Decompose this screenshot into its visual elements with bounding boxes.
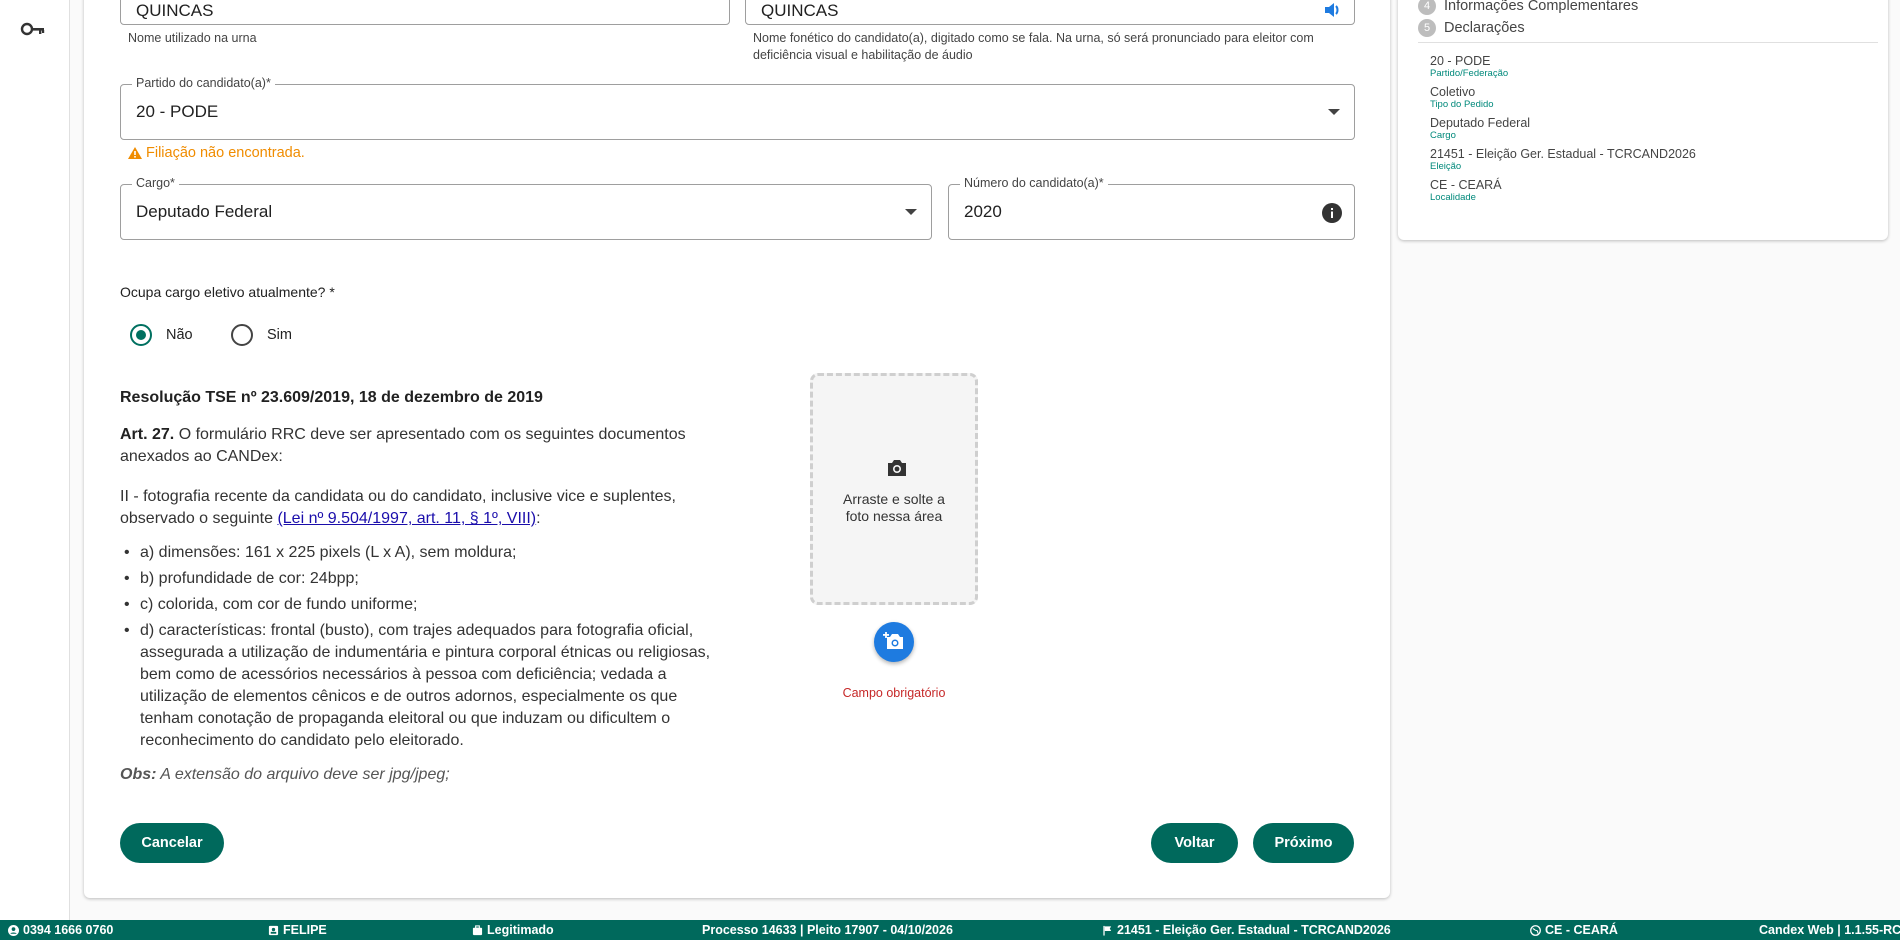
- item-ii-paragraph: II - fotografia recente da candidata ou …: [120, 486, 720, 530]
- art-27-label: Art. 27.: [120, 426, 175, 443]
- summary-key: Eleição: [1430, 161, 1462, 172]
- status-legitimado-text: Legitimado: [487, 923, 554, 937]
- summary-value: 21451 - Eleição Ger. Estadual - TCRCAND2…: [1430, 147, 1696, 161]
- status-legitimado: Legitimado: [472, 923, 554, 937]
- status-uf: CE - CEARÁ: [1530, 923, 1618, 937]
- summary-divider: [1418, 42, 1878, 43]
- photo-requirements-list: a) dimensões: 161 x 225 pixels (L x A), …: [120, 542, 720, 756]
- status-version-text: Candex Web | 1.1.55-RC: [1759, 923, 1900, 937]
- summary-eleicao: 21451 - Eleição Ger. Estadual - TCRCAND2…: [1430, 147, 1696, 172]
- nome-fonetico-field[interactable]: QUINCAS: [745, 0, 1355, 25]
- status-uf-text: CE - CEARÁ: [1545, 923, 1618, 937]
- status-id: 0394 1666 0760: [8, 923, 113, 937]
- partido-warning: Filiação não encontrada.: [128, 145, 305, 161]
- partido-value: 20 - PODE: [136, 102, 219, 121]
- status-bar: 0394 1666 0760 FELIPE Legitimado Process…: [0, 920, 1900, 940]
- numero-value: 2020: [964, 202, 1002, 221]
- list-item: a) dimensões: 161 x 225 pixels (L x A), …: [120, 542, 720, 564]
- status-eleicao: 21451 - Eleição Ger. Estadual - TCRCAND2…: [1102, 923, 1391, 937]
- summary-card: 4 Informações Complementares 5 Declaraçõ…: [1398, 0, 1888, 240]
- radio-sim-label: Sim: [267, 327, 292, 343]
- status-processo: Processo 14633 | Pleito 17907 - 04/10/20…: [702, 923, 953, 937]
- add-photo-icon: [883, 632, 903, 649]
- speaker-icon[interactable]: [1322, 0, 1342, 20]
- radio-sim-option[interactable]: Sim: [231, 324, 292, 346]
- step-declaracoes[interactable]: 5 Declarações: [1418, 19, 1525, 37]
- radio-nao-option[interactable]: Não: [130, 324, 193, 346]
- info-icon[interactable]: [1322, 203, 1342, 223]
- back-button[interactable]: Voltar: [1151, 823, 1238, 863]
- radio-nao-label: Não: [166, 327, 193, 343]
- cancel-button[interactable]: Cancelar: [120, 823, 224, 863]
- cargo-value: Deputado Federal: [136, 202, 273, 221]
- step-label: Declarações: [1444, 20, 1525, 36]
- numero-label: Número do candidato(a)*: [960, 176, 1108, 190]
- chevron-down-icon: [1328, 109, 1340, 115]
- add-photo-button[interactable]: [874, 622, 914, 662]
- account-circle-icon: [8, 924, 19, 936]
- summary-value: Coletivo: [1430, 85, 1476, 99]
- obs-label: Obs:: [120, 766, 157, 783]
- summary-key: Cargo: [1430, 130, 1456, 141]
- step-label: Informações Complementares: [1444, 0, 1639, 14]
- camera-icon: [888, 460, 906, 476]
- status-user-text: FELIPE: [283, 923, 327, 937]
- nome-urna-value: QUINCAS: [136, 1, 214, 20]
- summary-key: Localidade: [1430, 192, 1476, 203]
- nome-urna-hint: Nome utilizado na urna: [128, 31, 257, 45]
- numero-field[interactable]: Número do candidato(a)* 2020: [948, 176, 1355, 240]
- summary-tipo-pedido: Coletivo Tipo do Pedido: [1430, 85, 1494, 110]
- summary-key: Tipo do Pedido: [1430, 99, 1494, 110]
- key-icon[interactable]: [20, 18, 46, 40]
- next-button[interactable]: Próximo: [1253, 823, 1354, 863]
- cargo-label: Cargo*: [132, 176, 179, 190]
- status-processo-text: Processo 14633 | Pleito 17907 - 04/10/20…: [702, 923, 953, 937]
- status-version: Candex Web | 1.1.55-RC: [1759, 923, 1900, 937]
- photo-dropzone[interactable]: Arraste e solte a foto nessa área: [810, 373, 978, 605]
- status-id-text: 0394 1666 0760: [23, 923, 114, 937]
- art-27-text: O formulário RRC deve ser apresentado co…: [120, 426, 686, 465]
- list-item: c) colorida, com cor de fundo uniforme;: [120, 594, 720, 616]
- partido-select[interactable]: Partido do candidato(a)* 20 - PODE: [120, 76, 1355, 140]
- chevron-down-icon: [905, 209, 917, 215]
- summary-cargo: Deputado Federal Cargo: [1430, 116, 1530, 141]
- nome-fonetico-hint: Nome fonético do candidato(a), digitado …: [753, 31, 1314, 62]
- obs-note: Obs: A extensão do arquivo deve ser jpg/…: [120, 766, 450, 784]
- flag-icon: [1103, 925, 1112, 936]
- partido-label: Partido do candidato(a)*: [132, 76, 275, 90]
- art-27-paragraph: Art. 27. O formulário RRC deve ser apres…: [120, 424, 720, 468]
- cargo-select[interactable]: Cargo* Deputado Federal: [120, 176, 932, 240]
- list-item: d) características: frontal (busto), com…: [120, 620, 720, 752]
- left-rail: [0, 0, 70, 920]
- warning-icon: [128, 147, 142, 159]
- partido-warning-text: Filiação não encontrada.: [146, 145, 305, 161]
- badge-icon: [268, 925, 279, 935]
- lei-link[interactable]: (Lei nº 9.504/1997, art. 11, § 1º, VIII): [277, 510, 536, 527]
- nome-urna-field[interactable]: QUINCAS: [120, 0, 730, 25]
- summary-key: Partido/Federação: [1430, 68, 1509, 79]
- nome-fonetico-value: QUINCAS: [761, 1, 839, 20]
- summary-partido: 20 - PODE Partido/Federação: [1430, 54, 1508, 79]
- briefcase-icon: [472, 924, 483, 935]
- step-informacoes-complementares[interactable]: 4 Informações Complementares: [1418, 0, 1638, 15]
- radio-sim[interactable]: [231, 324, 253, 346]
- list-item: b) profundidade de cor: 24bpp;: [120, 568, 720, 590]
- resolution-title: Resolução TSE nº 23.609/2019, 18 de deze…: [120, 389, 543, 406]
- summary-value: CE - CEARÁ: [1430, 178, 1502, 192]
- status-eleicao-text: 21451 - Eleição Ger. Estadual - TCRCAND2…: [1117, 923, 1391, 937]
- globe-icon: [1530, 924, 1541, 936]
- dropzone-text: Arraste e solte a foto nessa área: [843, 491, 945, 524]
- summary-value: Deputado Federal: [1430, 116, 1531, 130]
- photo-required-message: Campo obrigatório: [842, 686, 946, 700]
- item-ii-end: :: [536, 510, 541, 527]
- summary-value: 20 - PODE: [1430, 54, 1491, 68]
- obs-text: A extensão do arquivo deve ser jpg/jpeg;: [156, 766, 450, 783]
- cargo-eletivo-question: Ocupa cargo eletivo atualmente? *: [120, 284, 335, 300]
- step-number: 5: [1418, 19, 1436, 37]
- step-number: 4: [1418, 0, 1436, 15]
- radio-nao[interactable]: [130, 324, 152, 346]
- status-user: FELIPE: [268, 923, 327, 937]
- summary-localidade: CE - CEARÁ Localidade: [1430, 178, 1502, 203]
